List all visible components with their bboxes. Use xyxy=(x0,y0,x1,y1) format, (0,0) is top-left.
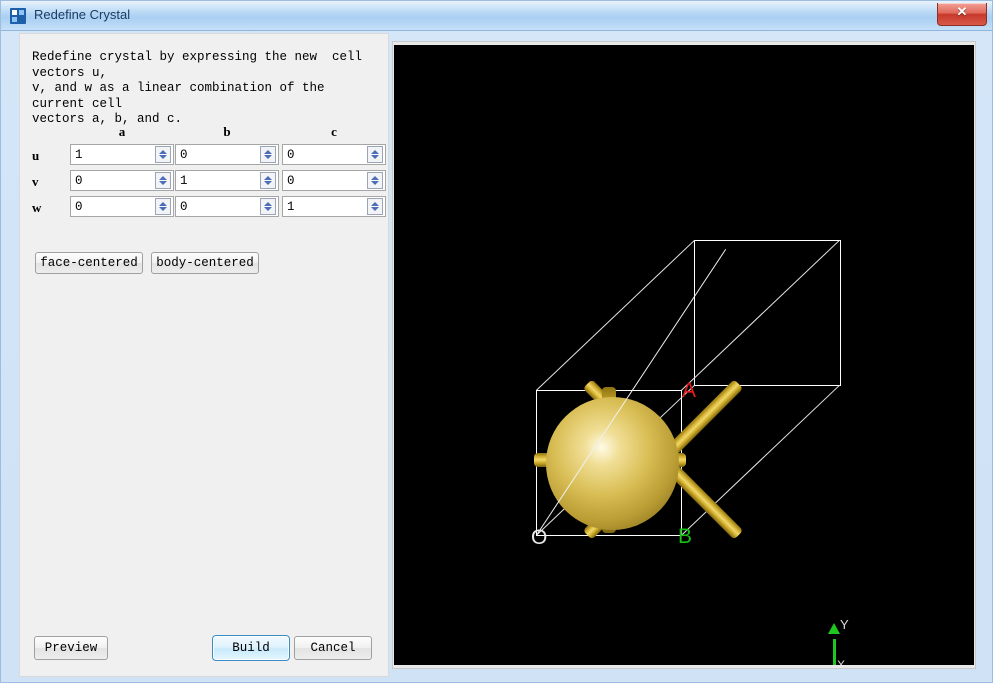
structure-viewport-frame: O A B Y Z X xyxy=(392,41,976,669)
instructions-text: Redefine crystal by expressing the new c… xyxy=(32,50,372,128)
spinbox-w-c[interactable] xyxy=(282,196,386,217)
spinner-w-b[interactable] xyxy=(260,198,276,215)
cell-edge-front-bottom xyxy=(536,535,682,536)
chevron-down-icon[interactable] xyxy=(371,155,379,159)
row-label-w: w xyxy=(32,200,52,216)
spinner-u-b[interactable] xyxy=(260,146,276,163)
chevron-down-icon[interactable] xyxy=(159,207,167,211)
input-w-c[interactable] xyxy=(287,199,355,214)
cancel-button[interactable]: Cancel xyxy=(294,636,372,660)
spinbox-u-b[interactable] xyxy=(175,144,279,165)
column-header-c: c xyxy=(282,124,386,140)
axis-y-arrow-icon xyxy=(828,623,840,634)
axis-label-y: Y xyxy=(840,617,849,632)
input-v-c[interactable] xyxy=(287,173,355,188)
matrix-row-w: w xyxy=(32,196,380,222)
cell-edge-back-bottom xyxy=(694,385,841,386)
row-label-v: v xyxy=(32,174,52,190)
spinner-w-c[interactable] xyxy=(367,198,383,215)
spinbox-u-a[interactable] xyxy=(70,144,174,165)
row-label-u: u xyxy=(32,148,52,164)
vertex-label-origin: O xyxy=(531,526,547,550)
spinbox-v-a[interactable] xyxy=(70,170,174,191)
spinner-w-a[interactable] xyxy=(155,198,171,215)
build-button[interactable]: Build xyxy=(212,635,290,661)
chevron-down-icon[interactable] xyxy=(264,207,272,211)
cell-edge-back-top xyxy=(694,240,841,241)
input-u-a[interactable] xyxy=(75,147,143,162)
cell-edge-depth-top-left xyxy=(536,240,695,391)
column-header-b: b xyxy=(175,124,279,140)
title-bar: Redefine Crystal ✕ xyxy=(1,1,992,31)
chevron-down-icon[interactable] xyxy=(371,207,379,211)
input-v-a[interactable] xyxy=(75,173,143,188)
input-v-b[interactable] xyxy=(180,173,248,188)
column-header-a: a xyxy=(70,124,174,140)
input-w-b[interactable] xyxy=(180,199,248,214)
dialog-window: Redefine Crystal ✕ Redefine crystal by e… xyxy=(0,0,993,683)
axes-gizmo: Y Z X xyxy=(824,617,894,665)
spinbox-w-b[interactable] xyxy=(175,196,279,217)
chevron-down-icon[interactable] xyxy=(159,155,167,159)
matrix-row-u: u xyxy=(32,144,380,170)
spinner-u-a[interactable] xyxy=(155,146,171,163)
cell-vector-matrix: a b c u xyxy=(32,124,380,222)
spinner-u-c[interactable] xyxy=(367,146,383,163)
input-u-c[interactable] xyxy=(287,147,355,162)
settings-panel: Redefine crystal by expressing the new c… xyxy=(19,33,389,677)
spinner-v-c[interactable] xyxy=(367,172,383,189)
preview-button[interactable]: Preview xyxy=(34,636,108,660)
spinbox-v-c[interactable] xyxy=(282,170,386,191)
structure-viewport[interactable]: O A B Y Z X xyxy=(394,45,974,665)
client-area: Redefine crystal by expressing the new c… xyxy=(5,31,988,679)
body-centered-button[interactable]: body-centered xyxy=(151,252,259,274)
input-u-b[interactable] xyxy=(180,147,248,162)
spinbox-w-a[interactable] xyxy=(70,196,174,217)
matrix-row-v: v xyxy=(32,170,380,196)
close-button[interactable]: ✕ xyxy=(937,3,987,26)
spinbox-v-b[interactable] xyxy=(175,170,279,191)
axis-label-x: X xyxy=(837,658,845,665)
spinner-v-a[interactable] xyxy=(155,172,171,189)
spinner-v-b[interactable] xyxy=(260,172,276,189)
axis-y-line xyxy=(833,639,836,665)
cell-edge-depth-top-right xyxy=(681,240,840,391)
chevron-down-icon[interactable] xyxy=(264,155,272,159)
face-centered-button[interactable]: face-centered xyxy=(35,252,143,274)
cell-edge-back-right xyxy=(840,240,841,386)
chevron-down-icon[interactable] xyxy=(371,181,379,185)
input-w-a[interactable] xyxy=(75,199,143,214)
matrix-header-row: a b c xyxy=(32,124,380,144)
window-title: Redefine Crystal xyxy=(34,7,130,22)
chevron-down-icon[interactable] xyxy=(159,181,167,185)
cell-edge-back-left xyxy=(694,240,695,386)
vertex-label-b: B xyxy=(678,525,692,549)
chevron-down-icon[interactable] xyxy=(264,181,272,185)
spinbox-u-c[interactable] xyxy=(282,144,386,165)
close-icon: ✕ xyxy=(938,4,986,20)
vertex-label-a: A xyxy=(682,379,696,403)
app-icon xyxy=(10,8,26,24)
